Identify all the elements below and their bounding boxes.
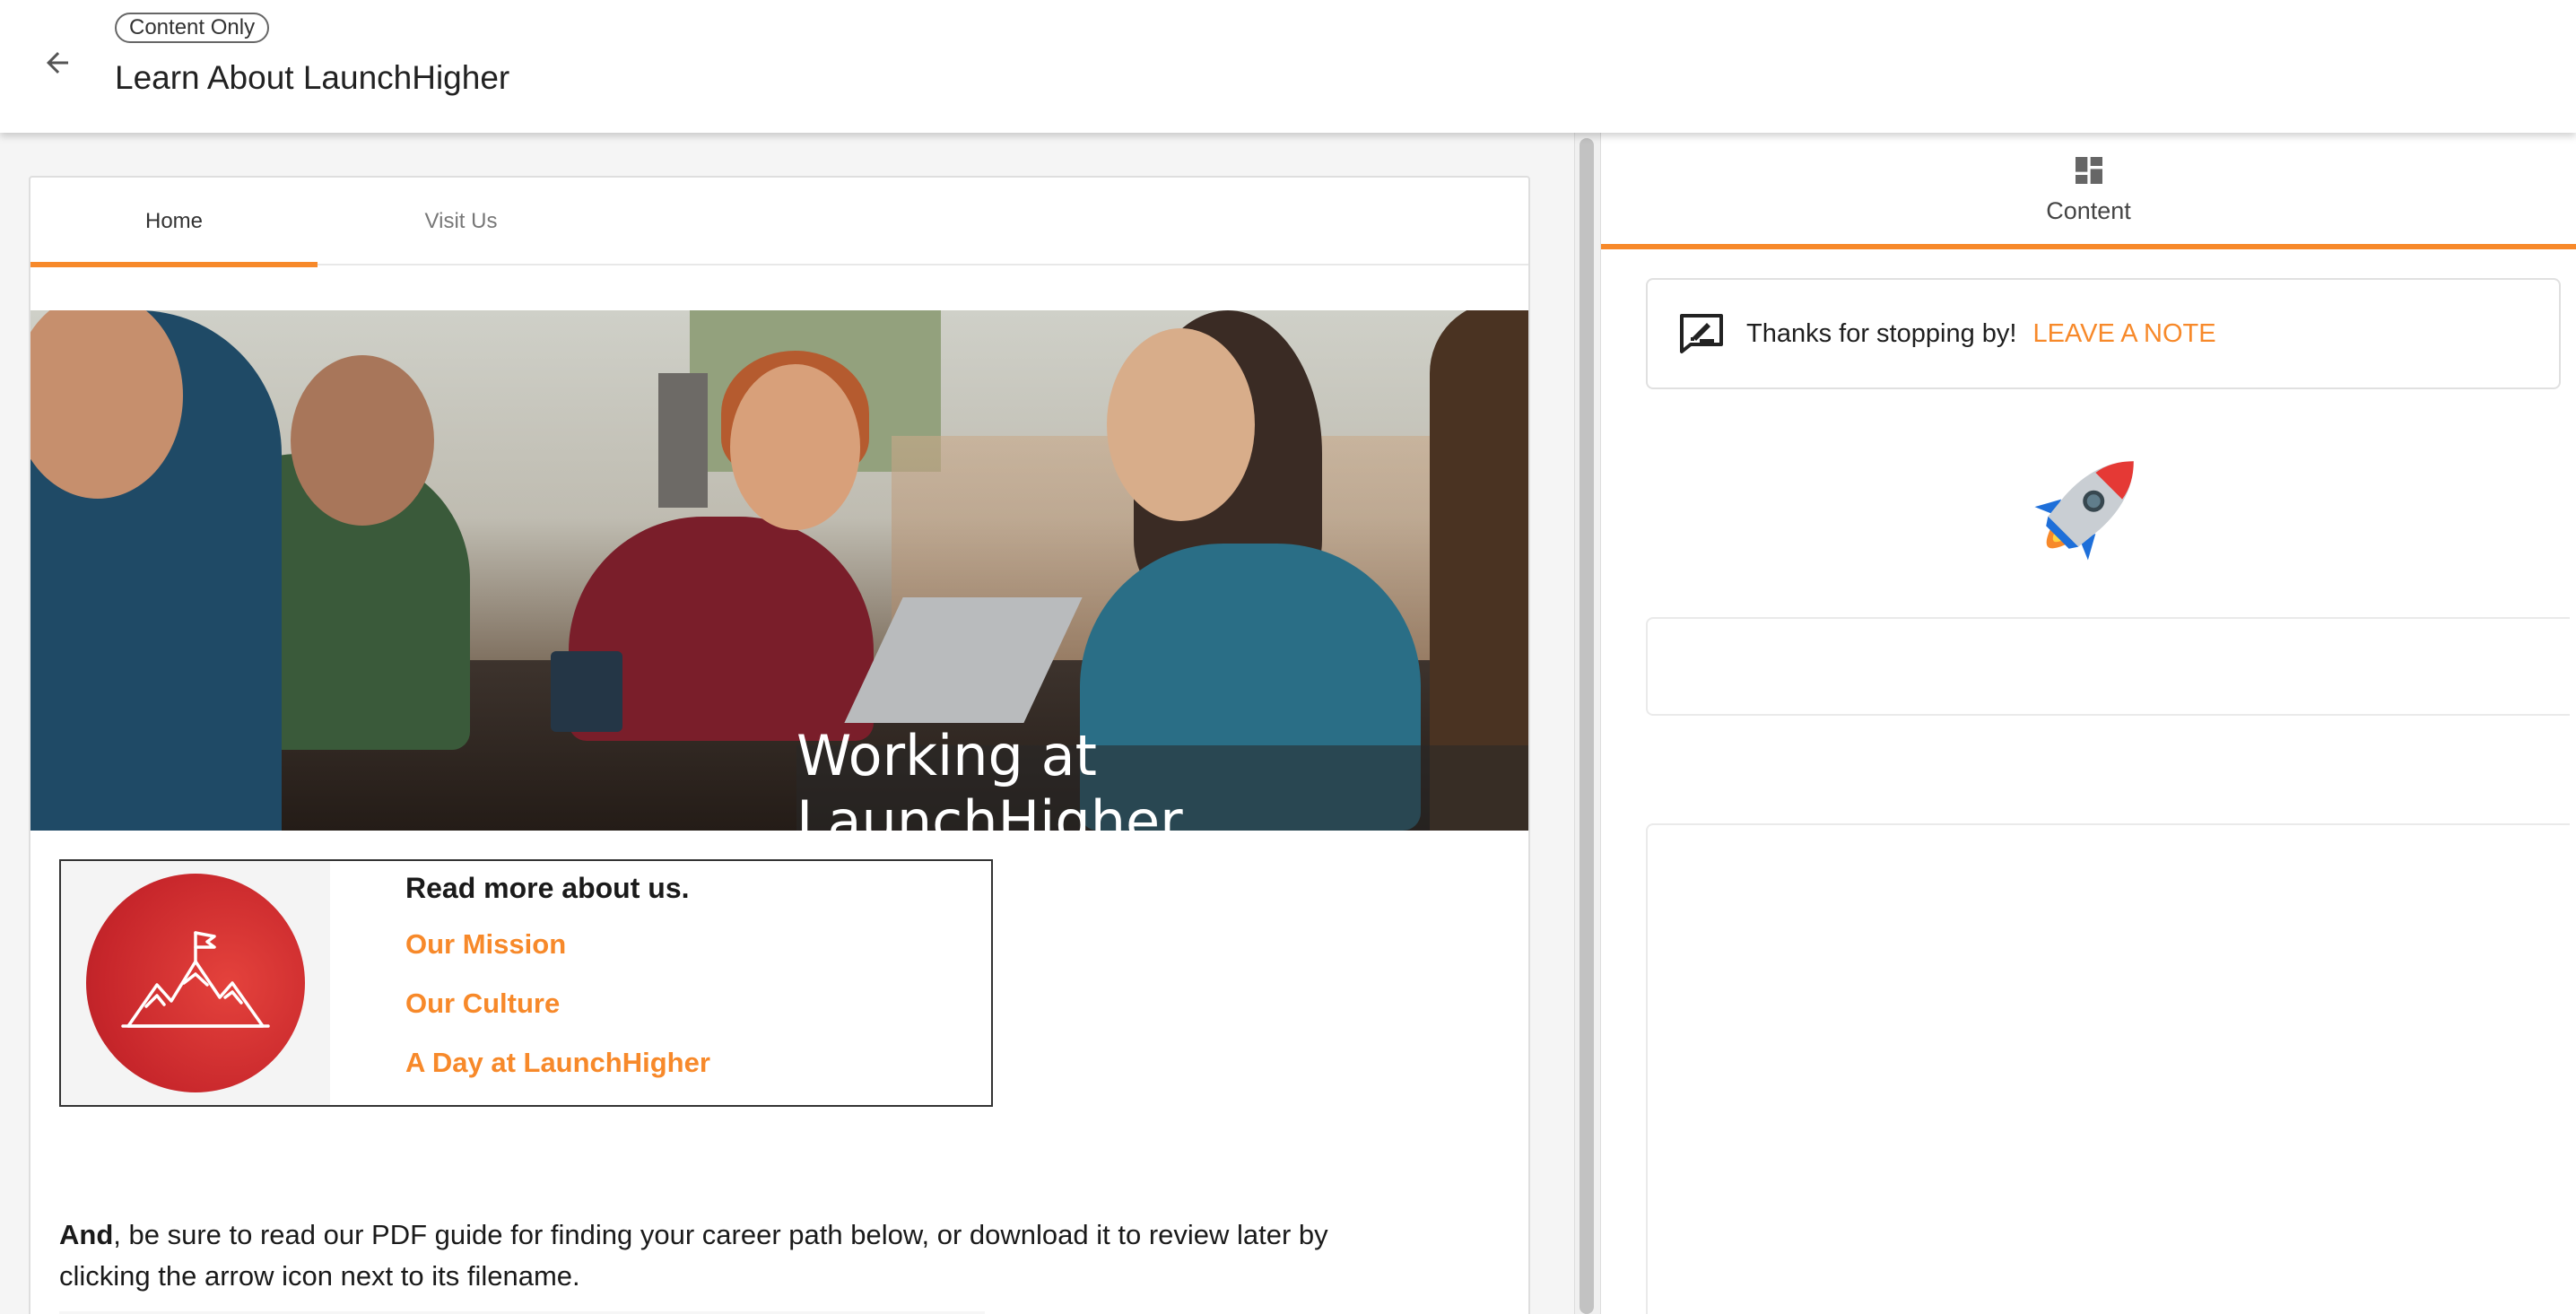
content-only-badge: Content Only xyxy=(115,13,270,43)
bold-lead: And xyxy=(59,1219,114,1250)
promo-heading: Read more about us. xyxy=(405,872,690,904)
side-panel: Content Thanks for stopping by! LEAVE A … xyxy=(1601,133,2576,1314)
app-header: Content Only Learn About LaunchHigher xyxy=(0,0,2576,133)
our-mission-link[interactable]: Our Mission xyxy=(405,917,710,976)
tab-content-label: Content xyxy=(2046,196,2131,224)
day-at-launchhigher-link[interactable]: A Day at LaunchHigher xyxy=(405,1035,710,1094)
scrollbar-thumb[interactable] xyxy=(1580,138,1594,1314)
back-arrow-icon xyxy=(47,52,68,74)
back-button[interactable] xyxy=(36,41,79,84)
page-tabs: Home Visit Us xyxy=(30,178,1528,267)
mountain-flag-icon xyxy=(86,874,305,1092)
tab-visit-us[interactable]: Visit Us xyxy=(318,178,605,265)
placeholder-card xyxy=(1646,617,2570,716)
about-promo-box: Read more about us. Our Mission Our Cult… xyxy=(59,859,993,1107)
hero-caption: Working at LaunchHigher xyxy=(796,723,1528,831)
promo-logo-area xyxy=(61,861,330,1105)
promo-text: Read more about us. Our Mission Our Cult… xyxy=(405,865,710,1094)
our-culture-link[interactable]: Our Culture xyxy=(405,976,710,1035)
placeholder-card xyxy=(1646,823,2570,1314)
leave-note-card: Thanks for stopping by! LEAVE A NOTE xyxy=(1646,278,2561,389)
tab-content[interactable]: Content xyxy=(1601,133,2576,249)
pdf-guide-paragraph: And, be sure to read our PDF guide for f… xyxy=(59,1214,1333,1297)
note-text: Thanks for stopping by! xyxy=(1746,318,2017,348)
page-card: Home Visit Us Working at LaunchHigher Re… xyxy=(29,176,1530,1314)
rocket-icon xyxy=(2034,461,2134,561)
paragraph-text: , be sure to read our PDF guide for find… xyxy=(59,1219,1328,1292)
note-edit-icon xyxy=(1680,314,1723,353)
tab-home[interactable]: Home xyxy=(30,178,318,267)
leave-note-link[interactable]: LEAVE A NOTE xyxy=(2032,319,2215,349)
hero-image: Working at LaunchHigher xyxy=(30,310,1528,831)
dashboard-icon xyxy=(2075,156,2102,184)
content-pane: Home Visit Us Working at LaunchHigher Re… xyxy=(0,133,1574,1314)
page-title: Learn About LaunchHigher xyxy=(115,59,510,96)
